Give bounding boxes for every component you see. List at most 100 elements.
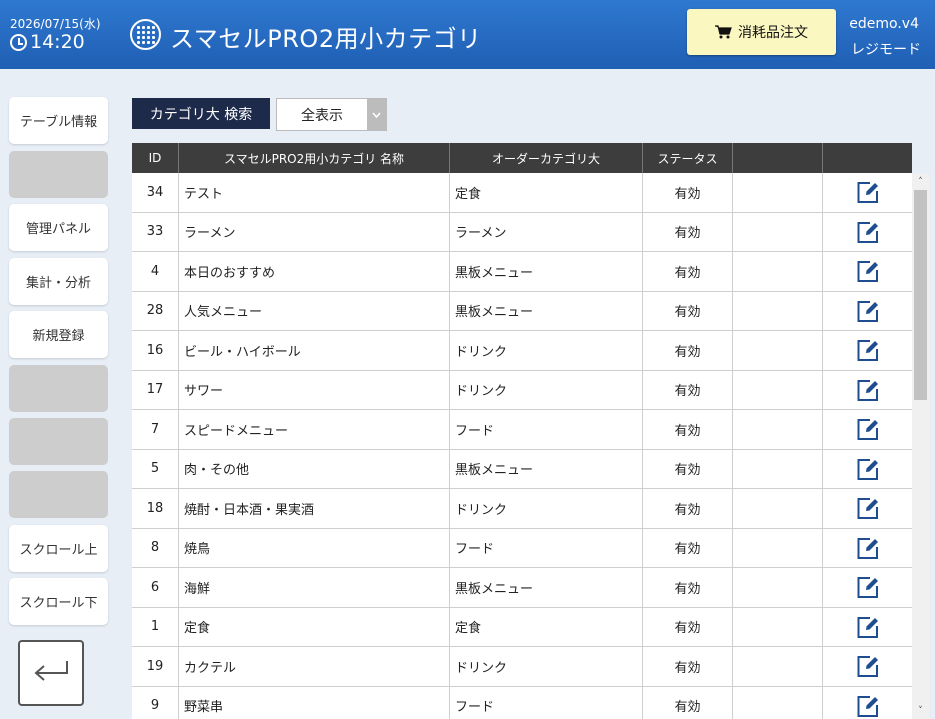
cell-status: 有効 [643,410,733,449]
cell-order-category: 定食 [450,173,643,212]
cell-status: 有効 [643,489,733,528]
cell-blank [733,449,823,488]
cell-name: ビール・ハイボール [179,331,450,370]
table-row[interactable]: 16 ビール・ハイボール ドリンク 有効 [132,331,912,371]
cell-blank [733,568,823,607]
cell-order-category: ドリンク [450,370,643,409]
table-row[interactable]: 17 サワー ドリンク 有効 [132,370,912,410]
mode-label: レジモード [851,42,921,58]
sidebar-item-label: 新規登録 [32,329,85,344]
table-row[interactable]: 18 焼酎・日本酒・果実酒 ドリンク 有効 [132,489,912,529]
table-row[interactable]: 4 本日のおすすめ 黒板メニュー 有効 [132,252,912,292]
column-header-status[interactable]: ステータス [643,143,733,173]
cell-id: 17 [132,370,179,409]
cell-blank [733,647,823,686]
cell-status: 有効 [643,370,733,409]
table-row[interactable]: 34 テスト 定食 有効 [132,173,912,213]
table-scrollbar[interactable]: ˄ ˅ [912,173,929,719]
header-time-block: 14:20 [10,31,85,53]
category-select-value: 全表示 [301,107,343,124]
cell-id: 16 [132,331,179,370]
sidebar-item-empty [9,471,108,518]
table-row[interactable]: 8 焼鳥 フード 有効 [132,528,912,568]
column-header-id[interactable]: ID [132,143,179,173]
cell-order-category: 定食 [450,607,643,646]
cell-edit [823,173,912,212]
cell-name: テスト [179,173,450,212]
cell-order-category: フード [450,410,643,449]
sidebar-item-table-info[interactable]: テーブル情報 [9,97,108,144]
cell-order-category: 黒板メニュー [450,568,643,607]
cell-status: 有効 [643,568,733,607]
sidebar-item-new-registration[interactable]: 新規登録 [9,311,108,358]
edit-icon[interactable] [856,575,880,599]
cell-status: 有効 [643,252,733,291]
app-header: 2026/07/15(水) 14:20 スマセルPRO2用小カテゴリ 消耗品注文… [0,0,935,69]
back-button[interactable] [18,640,84,706]
cell-id: 1 [132,607,179,646]
sidebar-item-label: 管理パネル [25,222,91,237]
cell-blank [733,252,823,291]
edit-icon[interactable] [856,378,880,402]
cell-id: 33 [132,212,179,251]
consumables-order-button[interactable]: 消耗品注文 [687,9,836,55]
table-row[interactable]: 7 スピードメニュー フード 有効 [132,410,912,450]
table-row[interactable]: 1 定食 定食 有効 [132,607,912,647]
cell-edit [823,252,912,291]
cell-edit [823,292,912,331]
table-row[interactable]: 28 人気メニュー 黒板メニュー 有効 [132,291,912,331]
edit-icon[interactable] [856,615,880,639]
column-header-order-category[interactable]: オーダーカテゴリ大 [450,143,643,173]
edit-icon[interactable] [856,536,880,560]
scrollbar-thumb[interactable] [914,190,927,400]
cell-blank [733,370,823,409]
cell-id: 4 [132,252,179,291]
scroll-up-arrow-icon[interactable]: ˄ [912,173,929,190]
cell-edit [823,687,912,719]
cell-id: 5 [132,449,179,488]
cell-id: 34 [132,173,179,212]
table-header: ID スマセルPRO2用小カテゴリ 名称 オーダーカテゴリ大 ステータス [132,143,912,173]
column-header-name[interactable]: スマセルPRO2用小カテゴリ 名称 [179,143,450,173]
sidebar-item-scroll-up[interactable]: スクロール上 [9,525,108,572]
edit-icon[interactable] [856,457,880,481]
scroll-down-arrow-icon[interactable]: ˅ [912,702,929,719]
table-row[interactable]: 5 肉・その他 黒板メニュー 有効 [132,449,912,489]
cell-name: ラーメン [179,212,450,251]
edit-icon[interactable] [856,654,880,678]
chevron-down-icon[interactable] [367,99,386,130]
cell-edit [823,529,912,568]
edit-icon[interactable] [856,299,880,323]
table-row[interactable]: 6 海鮮 黒板メニュー 有効 [132,568,912,608]
page-title: スマセルPRO2用小カテゴリ [170,25,482,53]
sidebar-item-admin-panel[interactable]: 管理パネル [9,204,108,251]
sidebar-item-label: 集計・分析 [25,276,91,291]
cell-order-category: 黒板メニュー [450,252,643,291]
category-select[interactable]: 全表示 [276,98,387,131]
cell-blank [733,291,823,330]
table-row[interactable]: 19 カクテル ドリンク 有効 [132,647,912,687]
cell-name: 人気メニュー [179,291,450,330]
header-date: 2026/07/15(水) [10,17,101,31]
cell-status: 有効 [643,331,733,370]
table-row[interactable]: 33 ラーメン ラーメン 有効 [132,212,912,252]
edit-icon[interactable] [856,180,880,204]
cell-edit [823,608,912,647]
cell-id: 6 [132,568,179,607]
cell-blank [733,410,823,449]
sidebar-item-analytics[interactable]: 集計・分析 [9,258,108,305]
edit-icon[interactable] [856,417,880,441]
app-grid-icon[interactable] [130,19,161,50]
edit-icon[interactable] [856,694,880,718]
edit-icon[interactable] [856,259,880,283]
sidebar-item-scroll-down[interactable]: スクロール下 [9,578,108,625]
edit-icon[interactable] [856,220,880,244]
cell-blank [733,212,823,251]
edit-icon[interactable] [856,496,880,520]
table-row[interactable]: 9 野菜串 フード 有効 [132,686,912,719]
table-body: 34 テスト 定食 有効 33 ラーメン ラーメン 有効 4 本日のおすすめ 黒板メニュー 有効 28 人… [132,173,912,719]
category-search-label: カテゴリ大 検索 [132,98,270,129]
sidebar-item-empty [9,418,108,465]
cell-id: 18 [132,489,179,528]
edit-icon[interactable] [856,338,880,362]
